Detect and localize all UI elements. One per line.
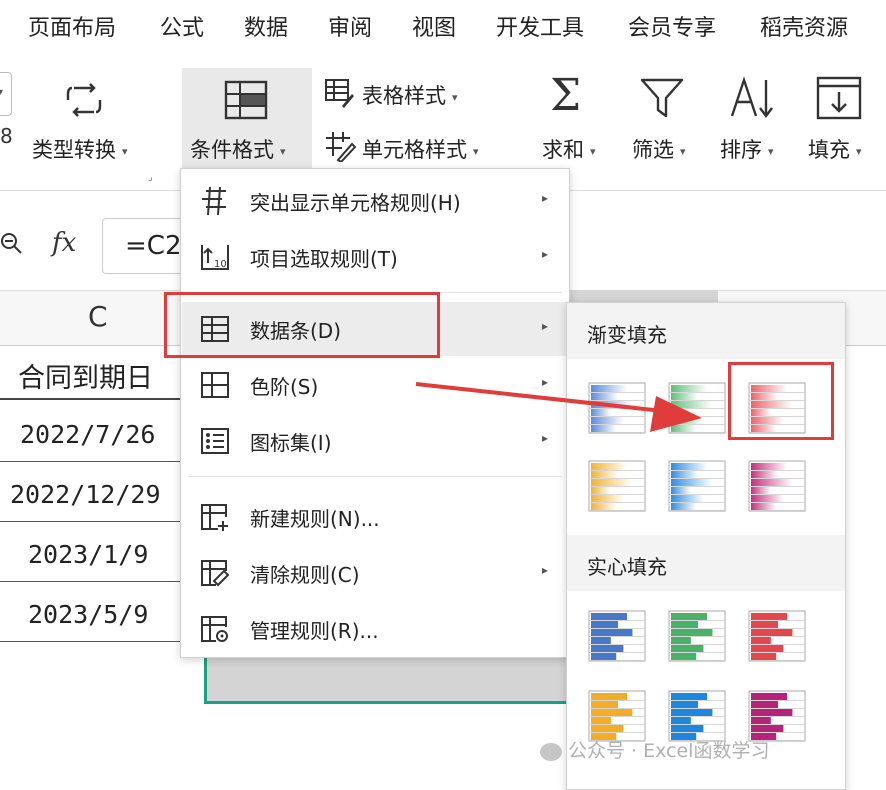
tab-member[interactable]: 会员专享: [628, 10, 716, 42]
column-header-selected: [568, 290, 718, 302]
filter-button[interactable]: 筛选 ▾: [632, 134, 686, 164]
highlight-box-data-bars: [164, 292, 440, 358]
gradient-data-bar-option[interactable]: [668, 460, 726, 512]
clear-rules-icon: [201, 560, 230, 587]
annotation-arrow-icon: [415, 382, 702, 432]
header-cell-text: 合同到期日: [18, 363, 153, 394]
watermark-text: 公众号 · Excel函数学习: [568, 740, 770, 762]
cell-style-icon: [326, 132, 356, 162]
table-style-icon: [325, 79, 354, 108]
fill-icon: [816, 76, 862, 120]
tab-view[interactable]: 视图: [412, 10, 456, 42]
gradient-data-bar-option[interactable]: [748, 460, 806, 512]
gradient-fill-title: 渐变填充: [587, 323, 667, 347]
highlight-rules-icon: [202, 187, 226, 215]
menu-item-label: 项目选取规则(T): [250, 247, 398, 271]
submenu-arrow-icon: ▸: [542, 191, 549, 205]
tab-docer[interactable]: 稻壳资源: [760, 10, 848, 42]
zoom-search-icon[interactable]: [0, 232, 24, 256]
cell-style-button[interactable]: 单元格样式 ▾: [362, 134, 479, 164]
menu-item-label: 图标集(I): [250, 431, 332, 455]
date-cell-text: 2023/5/9: [28, 600, 149, 629]
menu-item-label: 新建规则(N)...: [250, 507, 380, 531]
top-bottom-rules-icon: 10: [201, 245, 229, 270]
fill-button[interactable]: 填充 ▾: [808, 134, 862, 164]
menu-item-top-bottom-rules[interactable]: 10 项目选取规则(T) ▸: [182, 230, 568, 284]
sum-icon: Σ: [550, 70, 582, 121]
formula-value: =C2: [125, 231, 182, 261]
solid-data-bar-option[interactable]: [588, 690, 646, 742]
filter-icon: [640, 78, 684, 118]
tab-data[interactable]: 数据: [244, 10, 288, 42]
table-style-button[interactable]: 表格样式 ▾: [362, 80, 458, 110]
sort-label: 排序: [720, 138, 762, 162]
menu-item-label: 清除规则(C): [250, 563, 360, 587]
cond-format-button[interactable]: 条件格式 ▾: [182, 68, 312, 168]
menu-item-clear-rules[interactable]: 清除规则(C) ▸: [182, 546, 568, 600]
solid-fill-title: 实心填充: [587, 555, 667, 579]
fill-label: 填充: [808, 138, 850, 162]
cond-format-icon: [224, 80, 268, 120]
date-cell-text: 2022/7/26: [20, 420, 156, 449]
new-rule-icon: [201, 504, 228, 531]
menu-item-label: 突出显示单元格规则(H): [250, 191, 461, 215]
header-cell[interactable]: 合同到期日: [0, 348, 182, 400]
partial-dropdown[interactable]: ▾: [0, 72, 12, 116]
partial-icon: 8: [0, 124, 13, 148]
menu-item-label: 色阶(S): [250, 375, 319, 399]
solid-data-bar-option[interactable]: [668, 610, 726, 662]
tab-developer[interactable]: 开发工具: [496, 10, 584, 42]
submenu-arrow-icon: ▸: [542, 319, 549, 333]
svg-text:10: 10: [214, 259, 227, 270]
submenu-arrow-icon: ▸: [542, 247, 549, 261]
sum-label: 求和: [542, 138, 584, 162]
sort-icon: [730, 76, 773, 118]
menu-item-label: 管理规则(R)...: [250, 619, 379, 643]
gradient-data-bar-option[interactable]: [588, 460, 646, 512]
date-cell[interactable]: 2023/5/9: [0, 590, 182, 642]
date-cell[interactable]: 2023/1/9: [0, 530, 182, 582]
date-cell-text: 2023/1/9: [28, 540, 149, 569]
solid-data-bar-option[interactable]: [748, 690, 806, 742]
cell-style-label: 单元格样式: [362, 138, 467, 162]
fx-icon[interactable]: fx: [52, 228, 76, 258]
type-convert-label: 类型转换: [32, 138, 116, 162]
solid-data-bar-option[interactable]: [748, 610, 806, 662]
wechat-icon: [540, 742, 562, 761]
menu-item-manage-rules[interactable]: 管理规则(R)...: [182, 602, 568, 656]
solid-data-bar-option[interactable]: [668, 690, 726, 742]
date-cell[interactable]: 2022/12/29: [0, 470, 182, 522]
dialog-launcher-icon[interactable]: ⌟: [148, 172, 153, 183]
manage-rules-icon: [201, 616, 228, 642]
date-cell[interactable]: 2022/7/26: [0, 410, 182, 462]
tab-review[interactable]: 审阅: [328, 10, 372, 42]
date-cell-text: 2022/12/29: [10, 480, 161, 509]
table-style-label: 表格样式: [362, 84, 446, 108]
tab-formulas[interactable]: 公式: [160, 10, 204, 42]
sum-button[interactable]: 求和 ▾: [542, 134, 596, 164]
filter-label: 筛选: [632, 138, 674, 162]
column-header-c[interactable]: C: [88, 300, 108, 333]
highlight-box-red-gradient: [728, 362, 834, 440]
watermark: 公众号 · Excel函数学习: [540, 736, 769, 763]
menu-item-new-rule[interactable]: 新建规则(N)...: [182, 490, 568, 544]
sort-button[interactable]: 排序 ▾: [720, 134, 774, 164]
menu-item-highlight-rules[interactable]: 突出显示单元格规则(H) ▸: [182, 174, 568, 228]
submenu-arrow-icon: ▸: [542, 563, 549, 577]
cond-format-label: 条件格式: [190, 138, 274, 162]
color-scales-icon: [201, 372, 229, 398]
solid-data-bar-option[interactable]: [588, 610, 646, 662]
icon-sets-icon: [201, 428, 229, 454]
type-convert-icon: [66, 83, 102, 117]
menu-separator: [188, 476, 562, 477]
type-convert-button[interactable]: 类型转换 ▾: [32, 134, 128, 164]
tab-page-layout[interactable]: 页面布局: [28, 10, 116, 42]
